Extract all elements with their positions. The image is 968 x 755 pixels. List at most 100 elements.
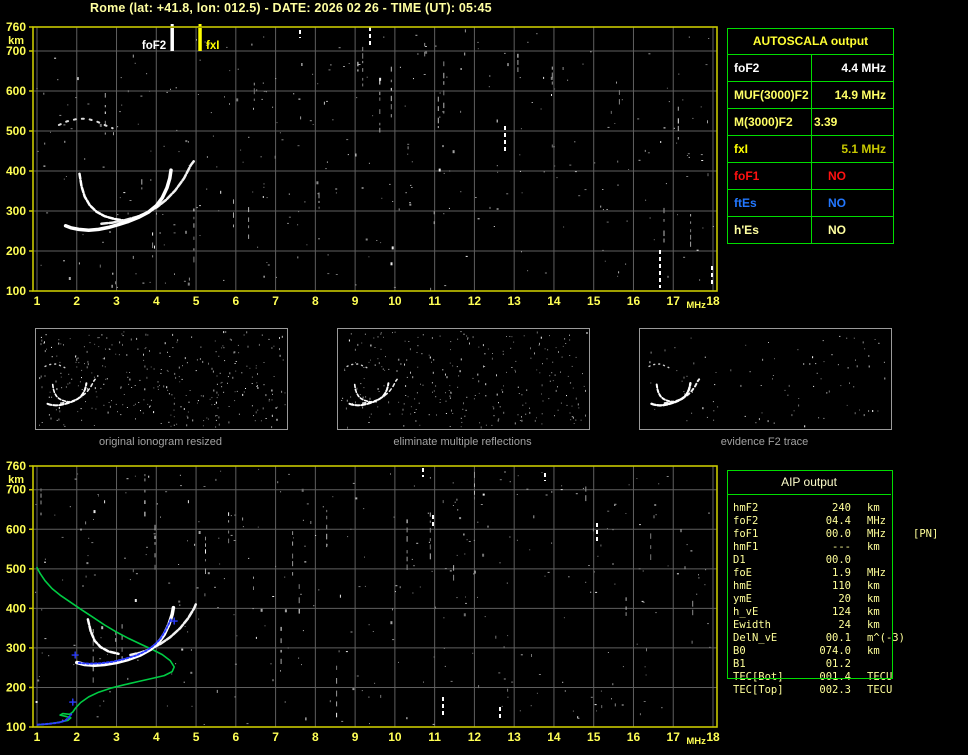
x-tick-label: 1 <box>34 294 41 308</box>
thumbnail-evidence-f2-trace <box>639 328 892 430</box>
aip-row-param: TEC[Bot] <box>733 671 784 683</box>
x-tick-label: 9 <box>352 294 359 308</box>
x-tick-label: 15 <box>587 294 601 308</box>
x-tick-label: 13 <box>507 730 521 744</box>
y-tick-label: 600 <box>6 84 26 98</box>
ionogram-traces <box>57 117 197 232</box>
aip-row-value: 00.0 <box>825 554 851 566</box>
aip-row-foE: foE 1.9 MHz <box>733 567 938 580</box>
aip-row-value: 24 <box>838 619 851 631</box>
aip-row-hmE: hmE 110 km <box>733 580 938 593</box>
aip-row-unit: TECU <box>867 671 893 683</box>
x-tick-label: 14 <box>547 294 561 308</box>
x-tick-label: 18 <box>706 294 720 308</box>
thumbnail-trace <box>648 363 701 407</box>
x-tick-label: 3 <box>113 730 120 744</box>
marker-label: foF2 <box>142 40 166 52</box>
foF2-marker: foF2 <box>142 24 174 52</box>
top-ionogram-svg: foF2 fxI760700600500400300200100km1 2 3 4 5 6 7… <box>6 20 720 310</box>
aip-row-unit: km <box>867 502 880 514</box>
x-tick-label: 11 <box>428 294 441 308</box>
aip-row-unit: km <box>867 619 880 631</box>
aip-row-unit: km <box>867 593 880 605</box>
aip-row-B1: B1 01.2 <box>733 658 938 671</box>
thumbnail-ionogram-svg <box>341 331 588 429</box>
marker-label: fxI <box>206 40 219 52</box>
x-tick-label: 13 <box>507 294 521 308</box>
thumbnail-caption: evidence F2 trace <box>720 436 809 448</box>
aip-row-DelN_vE: DelN_vE 00.1 m^(-3) <box>733 632 938 645</box>
x-tick-label: 10 <box>388 294 402 308</box>
y-tick-label: 100 <box>6 720 26 734</box>
aip-row-D1: D1 00.0 <box>733 554 938 567</box>
aip-row-value: 01.2 <box>825 658 851 670</box>
x-tick-label: 16 <box>627 294 641 308</box>
thumbnail-noise <box>39 331 286 429</box>
x-tick-label: 3 <box>113 294 120 308</box>
fxI-marker: fxI <box>198 24 219 52</box>
bottom-ionogram-plot: 760 700 600 500 400 300 200 100 km 1 2 3 4 5 6 7 8 9 10 11 1… <box>0 455 725 755</box>
autoscala-row-MUF(3000)F2: MUF(3000)F2 14.9 MHz <box>728 81 893 108</box>
aip-row-value: 124 <box>832 606 851 618</box>
aip-row-param: foF2 <box>733 515 759 527</box>
x-tick-label: 18 <box>706 730 720 744</box>
aip-row-value: 110 <box>832 580 851 592</box>
thumbnail-eliminate-reflections <box>337 328 590 430</box>
x-tick-label: 6 <box>232 730 239 744</box>
y-tick-label: 400 <box>6 601 26 615</box>
thumbnail-trace <box>346 363 398 407</box>
aip-row-unit: MHz <box>867 515 886 527</box>
aip-row-unit: MHz <box>867 528 886 540</box>
aip-row-unit: km <box>867 645 880 657</box>
aip-row-unit: km <box>867 541 880 553</box>
autoscala-output-table: AUTOSCALA output foF2 4.4 MHz MUF(3000)F2 1… <box>727 28 894 244</box>
aip-row-unit <box>867 554 911 567</box>
param-value: NO <box>828 169 846 183</box>
aip-row-hmF1: hmF1 --- km <box>733 541 938 554</box>
aip-row-param: TEC[Top] <box>733 684 784 696</box>
axis-labels: 760700600500400300200100km1 2 3 4 5 6 7 8 9 10 11 1… <box>6 20 720 310</box>
aip-row-param: ymE <box>733 593 752 605</box>
thumbnail-trace <box>44 363 96 407</box>
aip-row-foF2: foF2 04.4 MHz <box>733 515 938 528</box>
aip-row-param: B0 <box>733 645 746 657</box>
x-tick-label: 11 <box>428 730 441 744</box>
autoscala-row-fxI: fxI 5.1 MHz <box>728 135 893 162</box>
autoscala-row-foF1: foF1 NO <box>728 162 893 189</box>
aip-row-TEC[Bot]: TEC[Bot] 001.4 TECU <box>733 671 938 684</box>
x-tick-label: 4 <box>153 730 160 744</box>
aip-row-value: 00.0 <box>825 528 851 540</box>
aip-row-value: 04.4 <box>825 515 851 527</box>
thumbnail-caption: original ionogram resized <box>99 436 222 448</box>
param-label: fxI <box>728 136 812 162</box>
aip-row-param: foE <box>733 567 752 579</box>
param-value: NO <box>828 196 846 210</box>
y-axis-unit: km <box>8 35 24 47</box>
thumbnail-original-ionogram <box>35 328 288 430</box>
x-tick-label: 6 <box>232 294 239 308</box>
noise-speckle <box>35 468 711 725</box>
y-tick-label: 200 <box>6 680 26 694</box>
grid-lines <box>33 27 717 292</box>
x-tick-label: 12 <box>468 730 482 744</box>
aip-row-value: 074.0 <box>819 645 851 657</box>
x-tick-label: 5 <box>193 294 200 308</box>
param-value: 4.4 MHz <box>841 61 886 75</box>
y-axis-unit: km <box>8 474 24 486</box>
param-value: 14.9 MHz <box>834 88 886 102</box>
y-tick-label: 100 <box>6 284 26 298</box>
aip-row-note: [PN] <box>913 528 939 540</box>
y-tick-label: 200 <box>6 244 26 258</box>
x-tick-label: 1 <box>34 730 41 744</box>
aip-row-hmF2: hmF2 240 km <box>733 502 938 515</box>
x-tick-label: 15 <box>587 730 601 744</box>
param-label: M(3000)F2 <box>728 109 812 135</box>
thumbnail-ionogram-svg <box>648 335 886 428</box>
y-tick-label: 500 <box>6 124 26 138</box>
aip-row-unit: MHz <box>867 567 886 579</box>
param-label: foF1 <box>728 163 812 189</box>
x-tick-label: 17 <box>667 294 681 308</box>
bottom-ionogram-svg: 760700600500400300200100km1 2 3 4 5 6 7 8 9 10 11 1… <box>6 459 720 747</box>
autoscala-row-foF2: foF2 4.4 MHz <box>728 54 893 81</box>
aip-row-param: hmF1 <box>733 541 759 553</box>
